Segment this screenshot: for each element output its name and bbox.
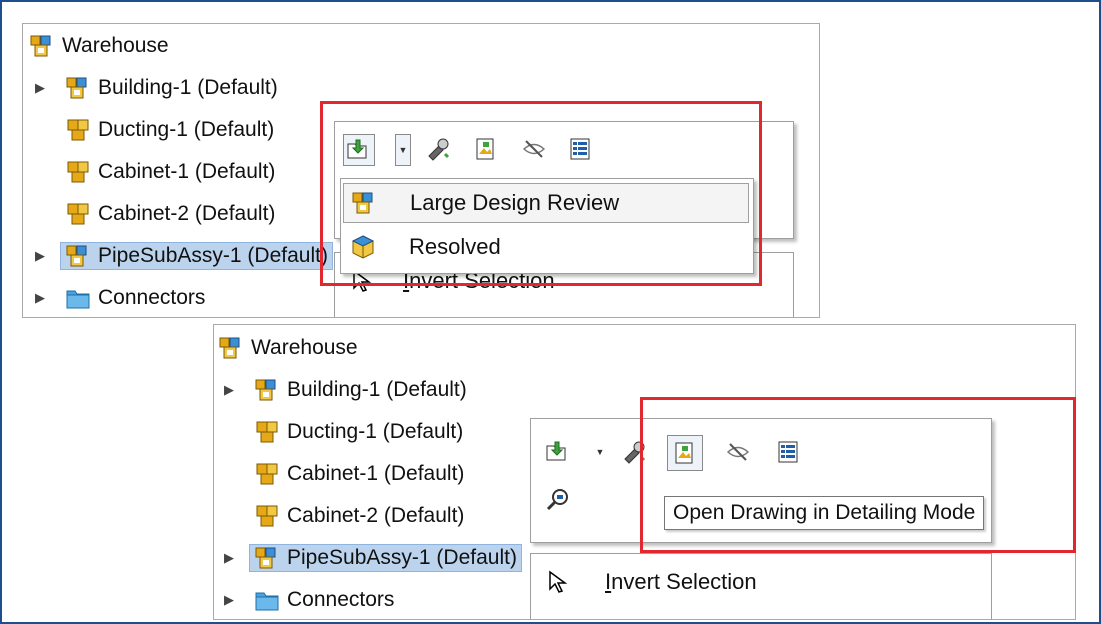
- tree-item-label: Building-1 (Default): [98, 76, 278, 99]
- zoom-to-selection-button[interactable]: [543, 485, 573, 515]
- part-icon: [254, 461, 280, 487]
- expand-arrow-icon[interactable]: ▶: [218, 592, 240, 608]
- tree-item-building-1[interactable]: ▶ Building-1 (Default): [218, 370, 467, 410]
- tree-item-label: Warehouse: [251, 336, 358, 359]
- open-drawing-button[interactable]: [471, 134, 501, 164]
- properties-button[interactable]: [773, 437, 803, 467]
- part-icon: [65, 201, 91, 227]
- menu-item-label: Large Design Review: [410, 190, 620, 215]
- assembly-icon: [65, 243, 91, 269]
- tree-item-label: Building-1 (Default): [287, 378, 467, 401]
- hide-button[interactable]: [723, 437, 753, 467]
- tree-item-cabinet-1[interactable]: Cabinet-1 (Default): [254, 454, 464, 494]
- invert-selection-item[interactable]: Invert Selection: [539, 562, 757, 602]
- properties-button[interactable]: [565, 134, 595, 164]
- menu-item-label: Resolved: [409, 234, 501, 259]
- isolate-button[interactable]: [619, 437, 649, 467]
- tree-item-building-1[interactable]: ▶ Building-1 (Default): [29, 68, 278, 108]
- magnifier-icon: [546, 489, 568, 511]
- open-dropdown-menu: Large Design Review Resolved: [340, 178, 754, 274]
- assembly-icon: [254, 377, 280, 403]
- context-menu-bottom: Invert Selection: [530, 553, 992, 619]
- resolved-icon: [343, 234, 383, 260]
- tree-item-cabinet-1[interactable]: Cabinet-1 (Default): [65, 152, 275, 192]
- tree-item-label: Cabinet-2 (Default): [287, 504, 465, 527]
- isolate-button[interactable]: [423, 134, 453, 164]
- flashlight-icon: [624, 441, 646, 464]
- tree-item-cabinet-2[interactable]: Cabinet-2 (Default): [65, 194, 275, 234]
- drawing-icon: [476, 138, 494, 160]
- tree-item-label: Cabinet-1 (Default): [98, 160, 276, 183]
- part-icon: [65, 159, 91, 185]
- hide-eye-icon: [522, 140, 546, 158]
- expand-arrow-icon[interactable]: ▶: [29, 290, 51, 306]
- open-drawing-detailing-button[interactable]: [667, 435, 703, 471]
- open-folder-icon: [347, 139, 367, 159]
- list-properties-icon: [778, 441, 798, 463]
- folder-icon: [65, 285, 91, 311]
- open-dropdown-button[interactable]: [343, 134, 375, 166]
- large-design-review-icon: [344, 190, 384, 216]
- tree-item-connectors[interactable]: ▶ Connectors: [29, 278, 205, 318]
- expand-arrow-icon[interactable]: ▶: [218, 382, 240, 398]
- folder-icon: [254, 587, 280, 613]
- tree-item-label-selected: PipeSubAssy-1 (Default): [249, 544, 522, 572]
- tree-item-label: Ducting-1 (Default): [287, 420, 464, 443]
- tree-item-label: Ducting-1 (Default): [98, 118, 275, 141]
- tree-item-warehouse[interactable]: Warehouse: [29, 26, 169, 66]
- part-icon: [254, 503, 280, 529]
- cursor-arrow-icon: [539, 569, 579, 595]
- assembly-icon: [29, 33, 55, 59]
- chevron-down-icon[interactable]: ▼: [593, 437, 607, 467]
- tree-item-pipesubassy-1[interactable]: ▶ PipeSubAssy-1 (Default): [29, 236, 333, 276]
- assembly-icon: [254, 545, 280, 571]
- tree-item-connectors[interactable]: ▶ Connectors: [218, 580, 394, 620]
- hide-eye-icon: [726, 443, 750, 461]
- tree-item-label-selected: PipeSubAssy-1 (Default): [60, 242, 333, 270]
- open-folder-icon: [546, 441, 566, 461]
- expand-arrow-icon[interactable]: ▶: [29, 80, 51, 96]
- tree-item-text: PipeSubAssy-1 (Default): [287, 546, 517, 569]
- drawing-icon: [675, 442, 693, 464]
- part-icon: [254, 419, 280, 445]
- tree-item-pipesubassy-1[interactable]: ▶ PipeSubAssy-1 (Default): [218, 538, 522, 578]
- tree-item-cabinet-2[interactable]: Cabinet-2 (Default): [254, 496, 464, 536]
- tooltip: Open Drawing in Detailing Mode: [664, 496, 985, 530]
- open-dropdown-button[interactable]: [543, 437, 573, 467]
- assembly-icon: [65, 75, 91, 101]
- assembly-icon: [218, 335, 244, 361]
- part-icon: [65, 117, 91, 143]
- expand-arrow-icon[interactable]: ▶: [218, 550, 240, 566]
- tree-item-warehouse[interactable]: Warehouse: [218, 328, 358, 368]
- tree-item-ducting-1[interactable]: Ducting-1 (Default): [254, 412, 463, 452]
- tree-item-ducting-1[interactable]: Ducting-1 (Default): [65, 110, 274, 150]
- tree-item-label: Connectors: [287, 588, 395, 611]
- menu-item-label: Invert Selection: [605, 569, 757, 594]
- tree-item-label: Warehouse: [62, 34, 169, 57]
- menu-item-large-design-review[interactable]: Large Design Review: [343, 183, 749, 223]
- menu-item-resolved[interactable]: Resolved: [343, 227, 749, 267]
- tree-item-label: Connectors: [98, 286, 206, 309]
- list-properties-icon: [570, 138, 590, 160]
- tree-item-label: Cabinet-1 (Default): [287, 462, 465, 485]
- expand-arrow-icon[interactable]: ▶: [29, 248, 51, 264]
- chevron-down-icon[interactable]: ▼: [395, 134, 411, 166]
- flashlight-icon: [428, 138, 450, 161]
- tree-item-label: Cabinet-2 (Default): [98, 202, 276, 225]
- tree-item-text: PipeSubAssy-1 (Default): [98, 244, 328, 267]
- hide-button[interactable]: [519, 134, 549, 164]
